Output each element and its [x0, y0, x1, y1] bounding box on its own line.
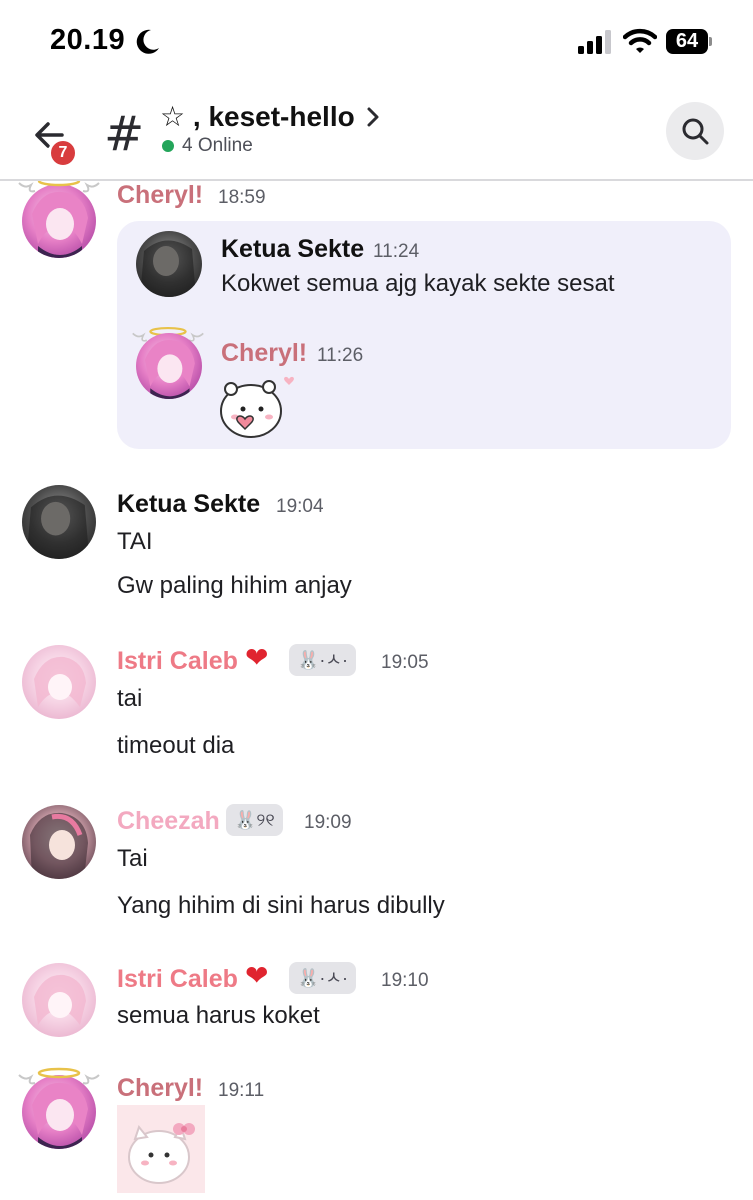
message-author[interactable]: Ketua Sekte	[221, 235, 364, 264]
bear-heart-sticker[interactable]	[219, 373, 299, 439]
forwarded-messages-box[interactable]: Ketua Sekte 11:24 Kokwet semua ajg kayak…	[117, 221, 731, 449]
role-tag[interactable]: 🐰·ㅅ·	[289, 644, 356, 676]
online-count: 4 Online	[182, 135, 253, 156]
avatar[interactable]	[22, 485, 96, 559]
avatar-art	[34, 974, 86, 1025]
message-timestamp: 11:26	[317, 345, 364, 366]
role-tag[interactable]: 🐰୨୧	[226, 804, 283, 836]
message-timestamp: 19:04	[276, 496, 324, 517]
halo-wings-icon	[18, 1067, 100, 1085]
message-timestamp: 11:24	[373, 241, 420, 262]
message-timestamp: 19:10	[381, 970, 429, 991]
role-tag[interactable]: 🐰·ㅅ·	[289, 962, 356, 994]
message-timestamp: 19:09	[304, 812, 352, 833]
message-list[interactable]: Cheryl! 18:59 Ketua Sekte 11:24 Kokwet s…	[0, 181, 753, 1200]
channel-hash-icon: #	[104, 106, 145, 162]
battery-cap	[709, 37, 712, 46]
status-time: 20.19	[50, 24, 126, 56]
cat-bow-sticker[interactable]	[117, 1105, 205, 1193]
avatar[interactable]	[136, 333, 202, 399]
avatar[interactable]	[22, 645, 96, 719]
message-author[interactable]: Ketua Sekte	[117, 490, 260, 519]
message-author[interactable]: Cheryl!	[117, 181, 203, 210]
battery-level: 64	[675, 30, 699, 52]
message-timestamp: 18:59	[218, 187, 266, 208]
avatar-art	[30, 812, 88, 879]
message-text: Tai	[117, 845, 148, 872]
message-author[interactable]: Istri Caleb	[117, 647, 238, 676]
chevron-right-icon[interactable]	[365, 104, 381, 130]
message-timestamp: 19:11	[218, 1080, 265, 1101]
battery-indicator: 64	[666, 29, 712, 54]
status-bar: 20.19 64	[0, 0, 753, 82]
message-text: timeout dia	[117, 732, 235, 759]
online-status-dot	[162, 140, 174, 152]
avatar[interactable]	[22, 805, 96, 879]
avatar-art	[140, 240, 196, 297]
message-text: tai	[117, 685, 143, 712]
message-text: Gw paling hihim anjay	[117, 572, 352, 599]
unread-count-badge: 7	[48, 138, 78, 168]
message-text: semua harus koket	[117, 1002, 320, 1029]
heart-icon: ❤	[245, 960, 269, 991]
avatar[interactable]	[136, 231, 202, 297]
search-icon	[682, 118, 709, 145]
message-author[interactable]: Cheezah	[117, 807, 220, 836]
avatar-art	[26, 495, 90, 559]
message-author[interactable]: Cheryl!	[221, 339, 307, 368]
cellular-signal-icon	[578, 30, 611, 54]
message-text: Yang hihim di sini harus dibully	[117, 892, 445, 919]
message-author[interactable]: Cheryl!	[117, 1074, 203, 1103]
heart-icon: ❤	[245, 642, 269, 673]
message-text: Kokwet semua ajg kayak sekte sesat	[221, 270, 615, 297]
wifi-icon	[623, 28, 657, 53]
avatar[interactable]	[22, 963, 96, 1037]
channel-name[interactable]: ☆ , keset-hello	[160, 100, 355, 133]
moon-icon	[136, 29, 159, 54]
message-timestamp: 19:05	[381, 652, 429, 673]
avatar-art	[144, 339, 195, 399]
search-button[interactable]	[666, 102, 724, 160]
avatar-art	[34, 656, 86, 707]
message-author[interactable]: Istri Caleb	[117, 965, 238, 994]
halo-wings-icon	[18, 181, 100, 193]
channel-header: 7 # ☆ , keset-hello 4 Online	[0, 82, 753, 181]
message-text: TAI	[117, 528, 153, 555]
